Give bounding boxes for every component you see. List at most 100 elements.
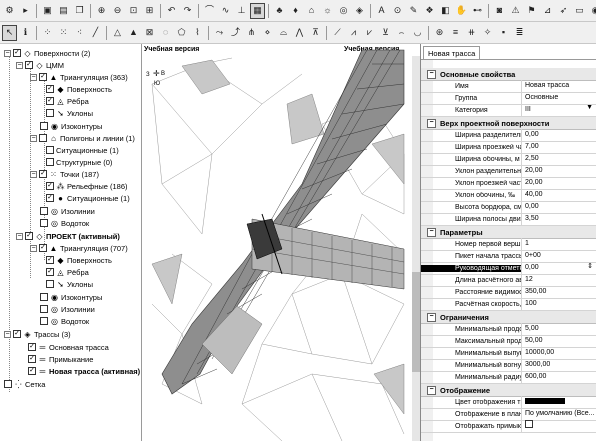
- checkbox-checked-icon[interactable]: ✓: [46, 194, 54, 202]
- collapse-icon[interactable]: −: [4, 330, 11, 338]
- cut-icon[interactable]: ⩗: [362, 25, 377, 41]
- tree-item-slopes[interactable]: ➘ Уклоны: [46, 107, 93, 119]
- collapse-icon[interactable]: −: [30, 73, 37, 81]
- open-icon[interactable]: ▸: [18, 3, 33, 19]
- crosssection-icon[interactable]: ⊼: [308, 25, 323, 41]
- select-icon[interactable]: ↖: [2, 24, 17, 41]
- prop-min-plan-radius[interactable]: Минимальный радиус в п600,00: [421, 371, 596, 384]
- slope-icon[interactable]: ⟋: [330, 25, 345, 41]
- globe-icon[interactable]: ◎: [336, 3, 351, 19]
- checkbox-checked-icon[interactable]: ✓: [25, 61, 33, 69]
- checkbox-unchecked-icon[interactable]: [46, 146, 54, 154]
- marker-icon[interactable]: ❖: [422, 3, 437, 19]
- stop-icon[interactable]: ◉: [588, 3, 596, 19]
- tree-item-relief-points[interactable]: ✓ ⁂ Рельефные (186): [46, 180, 128, 192]
- checkbox-checked-icon[interactable]: ✓: [46, 97, 54, 105]
- collapse-icon[interactable]: −: [427, 385, 436, 395]
- route-add-icon[interactable]: ⤳: [212, 25, 227, 41]
- info-icon[interactable]: ℹ: [18, 25, 33, 41]
- tree-item-project-surface[interactable]: ✓ ◆ Поверхность: [46, 254, 112, 266]
- checkbox-unchecked-icon[interactable]: [46, 109, 54, 117]
- bridge-icon[interactable]: ⌢: [394, 25, 409, 41]
- tree-item-surfaces[interactable]: − ✓ ◇ Поверхности (2): [4, 47, 90, 59]
- checkbox-checked-icon[interactable]: ✓: [28, 367, 36, 375]
- triangle-edit-icon[interactable]: ▲: [126, 25, 141, 41]
- tree-item-project-triangulation[interactable]: − ✓ ▲ Триангуляция (707): [30, 242, 128, 254]
- polygon-icon[interactable]: ⬠: [174, 25, 189, 41]
- contour-icon[interactable]: ◌: [158, 25, 173, 41]
- checkbox-unchecked-icon[interactable]: [39, 134, 47, 142]
- section-icon[interactable]: ⊥: [234, 3, 249, 19]
- object-icon[interactable]: ▪: [496, 25, 511, 41]
- spinner-icon[interactable]: ⇕: [587, 262, 593, 270]
- tree-item-points[interactable]: − ✓ ⁙ Точки (187): [30, 168, 99, 180]
- sign-icon[interactable]: ⊙: [390, 3, 405, 19]
- tree-item-triangulation[interactable]: − ✓ ▲ Триангуляция (363): [30, 71, 128, 83]
- zoom-all-icon[interactable]: ⊞: [142, 3, 157, 19]
- mesh-icon[interactable]: ⊠: [142, 25, 157, 41]
- collapse-icon[interactable]: −: [30, 170, 37, 178]
- point-icon[interactable]: ⁘: [40, 25, 55, 41]
- tree-item-routes[interactable]: − ✓ ◈ Трассы (3): [4, 328, 71, 340]
- prop-lane-width[interactable]: Ширина полосы движени3,50: [421, 213, 596, 226]
- marking-icon[interactable]: ≡: [448, 25, 463, 41]
- fill-icon[interactable]: ◧: [438, 3, 453, 19]
- checkbox-checked-icon[interactable]: ✓: [39, 73, 47, 81]
- tree-item-grid[interactable]: ⁛ Сетка: [4, 378, 45, 390]
- warning-icon[interactable]: ⚠: [508, 3, 523, 19]
- checkbox-checked-icon[interactable]: ✓: [25, 232, 33, 240]
- flag-icon[interactable]: ⚑: [524, 3, 539, 19]
- collapse-icon[interactable]: −: [30, 134, 37, 142]
- tree-item-situational-lines[interactable]: Ситуационные (1): [46, 144, 119, 156]
- save-icon[interactable]: ▣: [40, 3, 55, 19]
- tree-item-project[interactable]: − ✓ ◇ ПРОЕКТ (активный): [16, 230, 120, 242]
- view-scrollbar[interactable]: [412, 56, 420, 441]
- checkbox-unchecked-icon[interactable]: [46, 158, 54, 166]
- checkbox-checked-icon[interactable]: ✓: [28, 343, 36, 351]
- collapse-icon[interactable]: −: [16, 61, 23, 69]
- tree-icon[interactable]: ♣: [272, 3, 287, 19]
- prop-category[interactable]: Категория III ▼: [421, 104, 596, 117]
- checkbox-checked-icon[interactable]: ✓: [28, 355, 36, 363]
- tree-item-watercourse[interactable]: ◎ Водоток: [40, 217, 89, 229]
- undo-icon[interactable]: ↶: [164, 3, 179, 19]
- color-swatch[interactable]: [525, 398, 565, 405]
- tree-item-surface[interactable]: ✓ ◆ Поверхность: [46, 83, 112, 95]
- profile-icon[interactable]: ∿: [218, 3, 233, 19]
- collapse-icon[interactable]: −: [16, 232, 23, 240]
- prop-show-junctions[interactable]: Отображать примыкания: [421, 420, 596, 433]
- collapse-icon[interactable]: −: [427, 69, 436, 79]
- tree-item-junction[interactable]: ✓ ═ Примыкание: [28, 353, 93, 365]
- tree-item-isocontours[interactable]: ◉ Изоконтуры: [40, 120, 102, 132]
- measure-icon[interactable]: ⌒: [202, 3, 217, 19]
- checkbox-checked-icon[interactable]: ✓: [13, 330, 21, 338]
- checkbox-checked-icon[interactable]: ✓: [46, 85, 54, 93]
- model-view[interactable]: Учебная версия Учебная версия З В Ю ✛: [142, 44, 421, 441]
- tree-item-project-isocontours[interactable]: ◉ Изоконтуры: [40, 291, 102, 303]
- checkbox-checked-icon[interactable]: ✓: [39, 244, 47, 252]
- tree-item-polygons[interactable]: − ⌂ Полигоны и линии (1): [30, 132, 135, 144]
- fence-icon[interactable]: ⧺: [464, 25, 479, 41]
- prop-design-speed[interactable]: Расчётная скорость, км/ч100: [421, 298, 596, 311]
- route-icon[interactable]: ⊿: [540, 3, 555, 19]
- car-icon[interactable]: ⊷: [470, 3, 485, 19]
- culvert-icon[interactable]: ◡: [410, 25, 425, 41]
- hand-icon[interactable]: ✋: [454, 3, 469, 19]
- checkbox-checked-icon[interactable]: ✓: [13, 49, 21, 57]
- dropdown-arrow-icon[interactable]: ▼: [586, 104, 593, 111]
- tree-item-edges[interactable]: ✓ ◬ Рёбра: [46, 95, 89, 107]
- polyline-icon[interactable]: ⌇: [190, 25, 205, 41]
- camera-icon[interactable]: ◙: [492, 3, 507, 19]
- checkbox-checked-icon[interactable]: ✓: [39, 170, 47, 178]
- cube-icon[interactable]: ◈: [352, 3, 367, 19]
- print-icon[interactable]: ▤: [56, 3, 71, 19]
- collapse-icon[interactable]: −: [30, 244, 37, 252]
- pin-icon[interactable]: ♦: [288, 3, 303, 19]
- brush-icon[interactable]: ✎: [406, 3, 421, 19]
- checkbox-unchecked-icon[interactable]: [40, 293, 48, 301]
- collapse-icon[interactable]: −: [427, 312, 436, 322]
- view-scrollbar-thumb[interactable]: [412, 272, 420, 372]
- tab-new-route[interactable]: Новая трасса: [423, 46, 481, 60]
- junction-icon[interactable]: ⋔: [244, 25, 259, 41]
- tree-item-project-slopes[interactable]: ➘ Уклоны: [46, 278, 93, 290]
